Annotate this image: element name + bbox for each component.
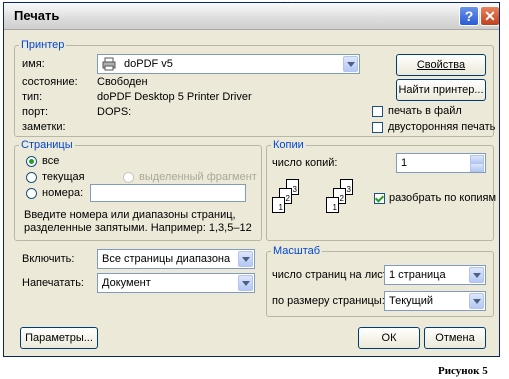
pages-selection-radio <box>123 172 134 183</box>
properties-button[interactable]: Свойства <box>396 54 486 76</box>
printer-name-value: doPDF v5 <box>124 58 173 70</box>
close-button[interactable]: ✕ <box>480 6 499 26</box>
print-what-select[interactable]: Документ <box>97 273 255 293</box>
include-select[interactable]: Все страницы диапазона <box>97 249 255 269</box>
scale-value: Текущий <box>389 295 433 307</box>
pages-per-sheet-value: 1 страница <box>389 269 446 281</box>
include-value: Все страницы диапазона <box>102 253 231 265</box>
title-bar: Печать ? ✕ <box>4 3 499 30</box>
ok-button[interactable]: ОК <box>358 327 420 349</box>
scale-select[interactable]: Текущий <box>384 291 486 311</box>
print-to-file-checkbox[interactable] <box>372 106 383 117</box>
figure-caption: Рисунок 5 <box>438 365 488 377</box>
pages-legend: Страницы <box>21 139 73 151</box>
scale-label: по размеру страницы: <box>272 295 385 307</box>
copies-legend: Копии <box>273 139 304 151</box>
spin-down-icon[interactable] <box>470 163 484 172</box>
printer-legend: Принтер <box>21 39 65 51</box>
pages-all-radio[interactable] <box>26 156 37 167</box>
collate-illustration: 3 2 1 3 2 1 <box>272 179 362 229</box>
collate-page: 1 <box>272 197 285 213</box>
zoom-legend: Масштаб <box>273 245 321 257</box>
port-value: DOPS: <box>97 106 132 118</box>
collate-page: 1 <box>326 197 339 213</box>
printer-name-select[interactable]: doPDF v5 <box>97 54 360 74</box>
cancel-button[interactable]: Отмена <box>424 327 486 349</box>
options-button[interactable]: Параметры... <box>20 327 98 349</box>
pages-hint-line1: Введите номера или диапазоны страниц, <box>24 209 236 221</box>
dialog-title: Печать <box>14 8 60 23</box>
printer-name-label: имя: <box>22 58 45 70</box>
print-what-value: Документ <box>102 277 151 289</box>
duplex-checkbox[interactable] <box>372 122 383 133</box>
collate-checkbox[interactable] <box>374 193 385 204</box>
pages-numbers-input[interactable] <box>90 184 246 202</box>
chevron-down-icon[interactable] <box>238 275 253 291</box>
chevron-down-icon[interactable] <box>469 293 484 309</box>
properties-button-label: Свойства <box>416 59 466 71</box>
pages-per-sheet-label: число страниц на листе: <box>272 269 397 281</box>
pages-current-radio[interactable] <box>26 172 37 183</box>
type-value: doPDF Desktop 5 Printer Driver <box>97 91 252 103</box>
find-printer-button[interactable]: Найти принтер... <box>396 79 486 101</box>
notes-label: заметки: <box>22 121 66 133</box>
duplex-label[interactable]: двусторонняя печать <box>388 121 495 133</box>
print-to-file-label[interactable]: печать в файл <box>388 105 462 117</box>
print-what-label: Напечатать: <box>22 277 84 289</box>
copies-count-label: число копий: <box>272 157 338 169</box>
status-label: состояние: <box>22 76 78 88</box>
type-label: тип: <box>22 91 43 103</box>
print-dialog: Печать ? ✕ Принтер имя: doPDF v5 состоян… <box>3 2 500 357</box>
pages-per-sheet-select[interactable]: 1 страница <box>384 265 486 285</box>
include-label: Включить: <box>22 253 75 265</box>
chevron-down-icon[interactable] <box>238 251 253 267</box>
chevron-down-icon[interactable] <box>469 267 484 283</box>
copies-count-input[interactable]: 1 <box>396 153 486 173</box>
pages-current-label[interactable]: текущая <box>42 171 85 183</box>
pages-all-label[interactable]: все <box>42 155 59 167</box>
pages-selection-label: выделенный фрагмент <box>139 171 257 183</box>
copies-count-value: 1 <box>401 157 408 169</box>
pages-numbers-label[interactable]: номера: <box>42 187 83 199</box>
pages-numbers-radio[interactable] <box>26 188 37 199</box>
chevron-down-icon[interactable] <box>343 56 358 72</box>
printer-icon <box>102 57 116 71</box>
collate-label[interactable]: разобрать по копиям <box>389 192 496 204</box>
pages-hint-line2: разделенные запятыми. Например: 1,3,5–12 <box>24 222 252 234</box>
status-value: Свободен <box>97 76 148 88</box>
help-button[interactable]: ? <box>459 6 479 26</box>
port-label: порт: <box>22 106 49 118</box>
